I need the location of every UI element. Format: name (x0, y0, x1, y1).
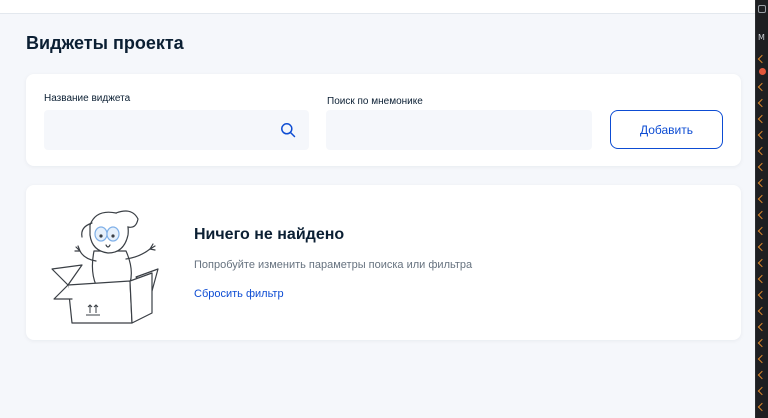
code-marker-icon (757, 354, 767, 364)
code-marker-icon (757, 338, 767, 348)
page-title: Виджеты проекта (26, 33, 184, 53)
error-dot-icon (759, 68, 766, 75)
dog-in-box-illustration (51, 210, 159, 324)
code-marker-icon (757, 146, 767, 156)
panel-toggle-icon[interactable] (758, 5, 766, 13)
code-marker-icon (757, 306, 767, 316)
side-code-panel: M (755, 0, 768, 418)
code-marker-icon (757, 98, 767, 108)
code-marker-icon (757, 370, 767, 380)
code-marker-icon (757, 178, 767, 188)
code-marker-icon (757, 386, 767, 396)
code-marker-icon (757, 226, 767, 236)
code-marker-icon (757, 82, 767, 92)
code-marker-icon (757, 322, 767, 332)
empty-state-hint: Попробуйте изменить параметры поиска или… (194, 259, 473, 271)
code-marker-icon (757, 130, 767, 140)
widget-name-label: Название виджета (44, 93, 131, 104)
code-marker-icon (757, 274, 767, 284)
code-marker-icon (757, 54, 767, 64)
empty-state-card: Ничего не найдено Попробуйте изменить па… (26, 185, 741, 340)
code-marker-icon (757, 162, 767, 172)
code-marker-icon (757, 242, 767, 252)
code-marker-icon (757, 210, 767, 220)
side-panel-letter: M (758, 33, 765, 42)
mnemonic-search-input[interactable] (326, 110, 592, 150)
add-widget-button[interactable]: Добавить (610, 110, 723, 149)
code-marker-icon (757, 258, 767, 268)
code-marker-icon (757, 290, 767, 300)
top-header-strip (0, 0, 755, 14)
code-marker-icon (757, 402, 767, 412)
filter-panel: Название виджета Поиск по мнемонике Доба… (26, 74, 741, 166)
search-icon[interactable] (280, 122, 296, 138)
code-marker-icon (757, 194, 767, 204)
mnemonic-search-label: Поиск по мнемонике (327, 96, 423, 107)
code-marker-icon (757, 114, 767, 124)
reset-filter-link[interactable]: Сбросить фильтр (194, 288, 284, 300)
widget-name-input[interactable] (44, 110, 309, 150)
empty-state-title: Ничего не найдено (194, 226, 345, 243)
